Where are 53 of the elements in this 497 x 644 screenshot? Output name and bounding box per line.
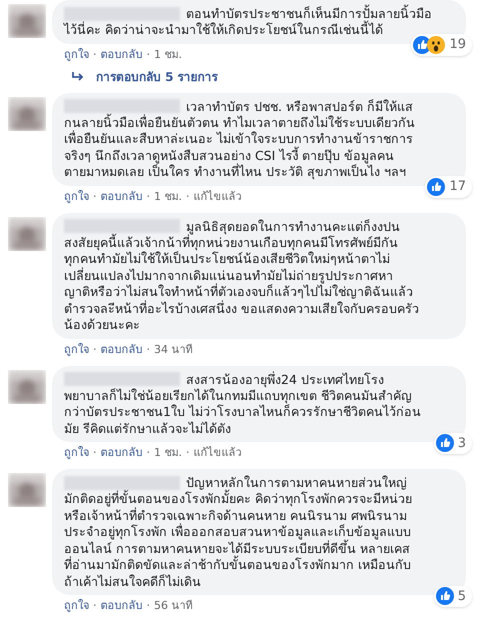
comment-text: มักติดอยู่ที่ขั้นตอนของโรงพักมั้ยคะ คิดว่าทุกโรงพักควรจะมีหน่วย หรือเจ้าหน้าที่ตำรวจเฉพาะกิจด้านคนหาย คนนิรนาม ศพนิรนาม ประจำอยู่ทุกโรงพัก เพื่อออกสอบสวนหาข้อมูลและเก็บข้อมูลแบบ ออนไลน์ การตามหาคนหายจะได้มีระบบระเบียบที่ดีขึ้น หลายเคส ที่อ่านมามักติดขัดและล่าช้ากับขั้นตอนของโรงพักมาก เหมือนกับ ถ้าเค้าไม่สนใจคดีก็ไม่เดิน bbox=[64, 491, 413, 590]
separator-dot: · bbox=[146, 445, 150, 461]
edited-label[interactable]: แก้ไขแล้ว bbox=[194, 188, 242, 204]
separator-dot: · bbox=[93, 188, 96, 204]
action-link[interactable]: ถูกใจ bbox=[64, 46, 89, 62]
reaction-summary[interactable]: 5 bbox=[434, 586, 472, 607]
reaction-summary[interactable]: 17 bbox=[425, 176, 472, 198]
separator-dot: · bbox=[93, 342, 96, 358]
comment-text: สงสารน้องอายุพึ่ง24 ประเทศไทยโรง bbox=[186, 370, 384, 388]
comment-text: พยาบาลก็ไม่ใช่น้อยเรียกได้ในกทมมีแถบทุกเขต ชีวิตคนมันสำคัญ กว่าบัตรประชาชน1ใบ ไม่ว่าโรงบาลไหนก็ควรรักษาชีวิตคนไว้ก่อน มัย รีคิดแต่รักษาแล้วจะไม่ได้ตัง bbox=[64, 388, 422, 437]
timestamp[interactable]: 1 ชม. bbox=[154, 445, 182, 461]
comment-text: ตอนทำบัตรประชาชนก็เห็นมีการปั้มลายนิ้วมือ bbox=[186, 5, 432, 21]
separator-dot: · bbox=[146, 598, 150, 614]
reaction-count: 19 bbox=[449, 36, 467, 54]
action-link[interactable]: ตอบกลับ bbox=[100, 188, 142, 204]
separator-dot: · bbox=[146, 188, 150, 204]
comment-text: กนลายนิ้วมือเพื่อยืนยันตัวตน ทำไมเวลาตายถึงไม่ใช้ระบบเดียวกัน เพื่อยืนยันและสืบหาล่ะเนอะ ไม่เข้าใจระบบการทำงานข้าราชการ จริงๆ นึกถึงเวลาดูหนังสืบสวนอย่าง CSI ไรงี้ ตายปุ๊บ ข้อมูลคน ตายมาหมดเลย เป็นใคร ทำงานที่ไหน ประวัติ สุขภาพเป็นไง ฯลฯ bbox=[64, 114, 416, 180]
comment-text: ไว้นี่คะ คิดว่าน่าจะนำมาใช้ให้เกิดประโยชน์ในกรณีเช่นนี้ได้ bbox=[64, 22, 384, 38]
timestamp[interactable]: 56 นาที bbox=[154, 598, 192, 614]
separator-dot: · bbox=[93, 445, 96, 461]
separator-dot: · bbox=[146, 46, 150, 62]
action-link[interactable]: ตอบกลับ bbox=[100, 342, 142, 358]
separator-dot: · bbox=[93, 46, 96, 62]
comment-text: สงสัยยุคนี้แล้วเจ้ากน้าที่ทุกหน่วยงานเกือบทุกคนมีโทรศัพย์มีกัน ทุกคนทำมัยไม่ใช้ให้เป็นประโยชน์น้องเสียชีวิตใหม่ๆหน้าตาไม่ เปลี่ยนแปลงไปมากจากเดิมแน่นอนทำมัยไม่ถ่ายรูปประกาศหา ญาติหรือว่าไม่สนใจทำหน้าที่ตัวเองจบก็แล้วๆไปไม่ใช่ญาติฉันแล้ว ตำรวจละีหน้าที่อะไรบ้างเศสนึ่งง ขอแสดงความเสียใจกับครอบครัว น้องด้วยนะคะ bbox=[64, 234, 420, 334]
wow-reaction-icon bbox=[427, 36, 446, 54]
separator-dot: · bbox=[186, 445, 190, 461]
separator-dot: · bbox=[93, 598, 96, 614]
action-link[interactable]: ตอบกลับ bbox=[100, 445, 142, 461]
timestamp[interactable]: 1 ชม. bbox=[154, 188, 182, 204]
separator-dot: · bbox=[186, 188, 190, 204]
separator-dot: · bbox=[146, 342, 150, 358]
edited-label[interactable]: แก้ไขแล้ว bbox=[194, 445, 242, 461]
like-reaction-icon bbox=[436, 587, 454, 606]
like-reaction-icon bbox=[436, 434, 454, 452]
action-link[interactable]: ตอบกลับ bbox=[100, 46, 142, 62]
comment-text: ปัญหาหลักในการตามหาคนหายส่วนใหญ่ bbox=[186, 474, 407, 490]
reaction-count: 3 bbox=[458, 434, 467, 452]
reaction-count: 5 bbox=[458, 588, 467, 606]
reaction-summary[interactable]: 19 bbox=[411, 34, 472, 56]
comment-text: เวลาทำบัตร ปชช. หรือพาสปอร์ต ก็มีให้แส bbox=[186, 98, 413, 114]
comment-text: มูลนิธิสุดยอดในการทำงานคะแต่ก็งงปน bbox=[186, 218, 400, 234]
like-reaction-icon bbox=[427, 178, 446, 196]
timestamp[interactable]: 1 ชม. bbox=[154, 46, 182, 62]
action-link[interactable]: ถูกใจ bbox=[64, 188, 89, 204]
view-replies-link[interactable]: การตอบกลับ 5 รายการ bbox=[52, 62, 466, 84]
timestamp[interactable]: 34 นาที bbox=[154, 342, 192, 358]
reaction-summary[interactable]: 3 bbox=[434, 432, 472, 454]
action-link[interactable]: ถูกใจ bbox=[64, 445, 89, 461]
action-link[interactable]: ถูกใจ bbox=[64, 342, 89, 358]
reply-arrow-icon bbox=[72, 72, 84, 82]
reaction-count: 17 bbox=[449, 178, 467, 196]
action-link[interactable]: ตอบกลับ bbox=[100, 598, 142, 614]
action-link[interactable]: ถูกใจ bbox=[64, 598, 89, 614]
